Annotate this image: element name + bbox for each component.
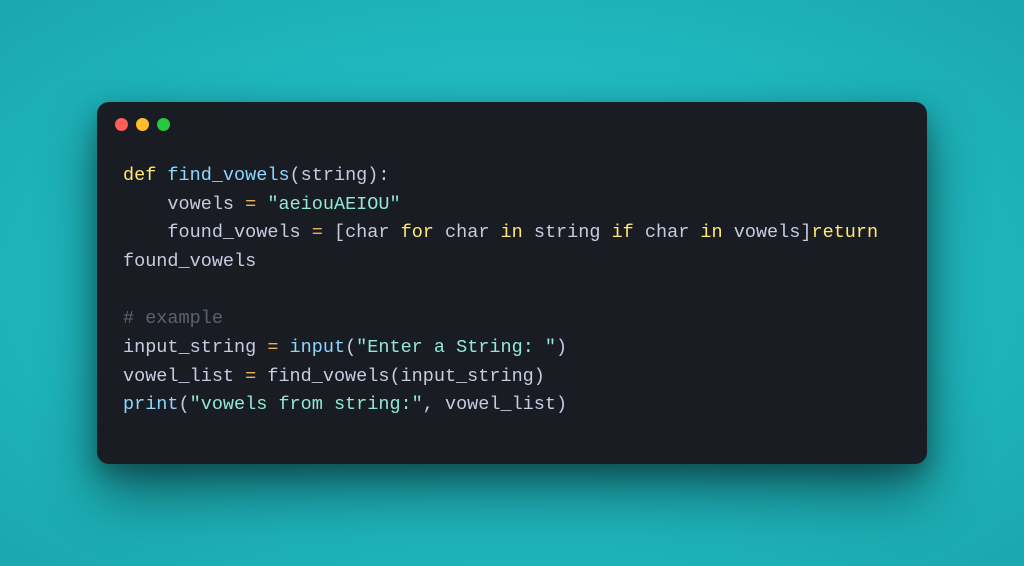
code-token: "vowels from string:" [190,394,423,415]
code-token [256,194,267,215]
code-token: char [634,222,701,243]
code-token: if [612,222,634,243]
code-token: ( [290,165,301,186]
maximize-icon[interactable] [157,118,170,131]
code-window: def find_vowels(string): vowels = "aeiou… [97,102,927,464]
code-token: print [123,394,179,415]
code-token: find_vowels [167,165,289,186]
code-token: ( [179,394,190,415]
close-icon[interactable] [115,118,128,131]
code-token: input_string [123,337,267,358]
code-token: vowels [123,194,245,215]
code-token: ) [556,337,567,358]
code-block: def find_vowels(string): vowels = "aeiou… [97,148,927,464]
code-token: ( [345,337,356,358]
minimize-icon[interactable] [136,118,149,131]
code-token: # example [123,308,223,329]
code-token: string [301,165,368,186]
code-token: = [267,337,278,358]
code-token: found_vowels [123,222,312,243]
code-token: string [523,222,612,243]
code-token: "aeiouAEIOU" [267,194,400,215]
code-token: , vowel_list) [423,394,567,415]
code-token: input [290,337,346,358]
code-token: = [245,194,256,215]
code-token: = [312,222,323,243]
code-token: vowels] [723,222,812,243]
code-token: "Enter a String: " [356,337,556,358]
code-token: return [811,222,878,243]
code-token: ): [367,165,389,186]
code-token [278,337,289,358]
code-token: vowel_list [123,366,245,387]
code-token: [ [323,222,345,243]
window-titlebar [97,102,927,148]
code-token: for [401,222,434,243]
code-token: in [700,222,722,243]
code-token: in [501,222,523,243]
code-token: char [345,222,401,243]
code-token: find_vowels(input_string) [256,366,545,387]
code-token: = [245,366,256,387]
code-token: char [434,222,501,243]
code-token: def [123,165,167,186]
